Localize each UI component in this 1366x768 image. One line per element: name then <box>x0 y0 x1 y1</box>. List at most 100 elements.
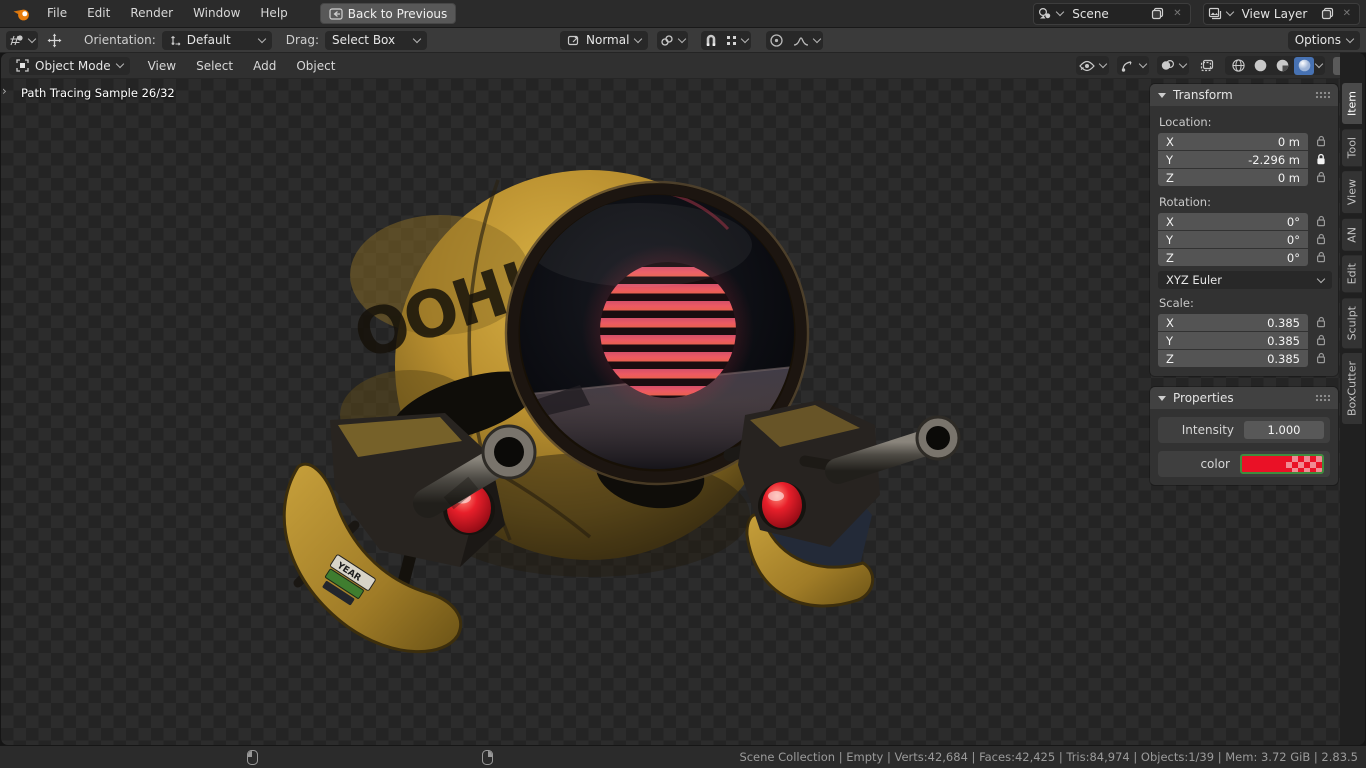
lock-closed-icon[interactable] <box>1312 153 1330 166</box>
panel-grip-icon[interactable] <box>1315 91 1330 99</box>
menu-add[interactable]: Add <box>243 59 286 73</box>
view-layer-name[interactable]: View Layer <box>1238 7 1316 21</box>
lock-open-icon[interactable] <box>1312 215 1330 228</box>
back-to-previous-button[interactable]: Back to Previous <box>320 3 457 24</box>
shading-material-icon[interactable] <box>1272 57 1292 75</box>
menu-render[interactable]: Render <box>120 0 183 27</box>
menu-file[interactable]: File <box>37 0 77 27</box>
mode-dropdown[interactable]: Object Mode <box>9 57 130 75</box>
editor-type-3d-viewport-icon <box>9 34 24 47</box>
scene-selector[interactable]: Scene ✕ <box>1033 3 1190 25</box>
scale-x-field[interactable]: X 0.385 <box>1158 314 1308 331</box>
drag-dropdown[interactable]: Select Box <box>325 31 427 50</box>
snapping-group[interactable] <box>701 31 751 50</box>
lock-open-icon[interactable] <box>1312 233 1330 246</box>
lock-open-icon[interactable] <box>1312 334 1330 347</box>
location-y-field[interactable]: Y -2.296 m <box>1158 151 1308 168</box>
panel-grip-icon[interactable] <box>1315 394 1330 402</box>
axis-value: 0° <box>1287 215 1300 229</box>
move-tool-icon[interactable] <box>44 31 64 49</box>
scene-icon <box>1038 7 1052 20</box>
scale-label: Scale: <box>1159 296 1330 310</box>
back-arrow-icon <box>329 8 343 20</box>
overlays-group[interactable] <box>1157 56 1189 75</box>
transform-pivot-dropdown[interactable]: Normal <box>560 31 648 50</box>
location-x-field[interactable]: X 0 m <box>1158 133 1308 150</box>
location-z-field[interactable]: Z 0 m <box>1158 169 1308 186</box>
properties-panel-header[interactable]: Properties <box>1150 387 1338 409</box>
blender-logo-icon[interactable] <box>12 6 31 22</box>
rotation-z-row: Z 0° <box>1158 249 1330 266</box>
orientation-global-icon <box>169 34 181 47</box>
color-swatch[interactable] <box>1240 454 1324 474</box>
unlink-scene-icon[interactable]: ✕ <box>1169 8 1185 19</box>
new-view-layer-icon[interactable] <box>1321 7 1334 20</box>
options-dropdown[interactable]: Options <box>1288 31 1360 50</box>
new-scene-icon[interactable] <box>1151 7 1164 20</box>
chevron-down-icon <box>678 34 686 42</box>
sidebar-tab-an[interactable]: AN <box>1342 219 1362 251</box>
rotation-x-field[interactable]: X 0° <box>1158 213 1308 230</box>
sidebar-tab-view[interactable]: View <box>1342 171 1362 213</box>
object-visibility-group[interactable] <box>1076 56 1109 75</box>
proportional-editing-group[interactable] <box>766 31 823 50</box>
scale-y-field[interactable]: Y 0.385 <box>1158 332 1308 349</box>
remove-view-layer-icon[interactable]: ✕ <box>1339 8 1355 19</box>
menu-object[interactable]: Object <box>286 59 345 73</box>
shading-wireframe-icon[interactable] <box>1228 57 1248 75</box>
pivot-value: Normal <box>586 33 629 47</box>
axis-label: X <box>1166 215 1174 229</box>
viewport-3d[interactable]: Object Mode View Select Add Object <box>1 53 1365 745</box>
magnet-icon[interactable] <box>704 33 718 47</box>
sidebar-tab-item[interactable]: Item <box>1342 83 1362 124</box>
menu-view[interactable]: View <box>138 59 186 73</box>
lock-open-icon[interactable] <box>1312 316 1330 329</box>
panel-collapse-icon[interactable] <box>1158 396 1166 401</box>
properties-panel-title: Properties <box>1173 391 1234 405</box>
snap-increment-icon[interactable] <box>726 35 737 46</box>
menu-select[interactable]: Select <box>186 59 243 73</box>
rotation-z-field[interactable]: Z 0° <box>1158 249 1308 266</box>
proportional-editing-icon[interactable] <box>769 33 784 48</box>
intensity-field[interactable]: 1.000 <box>1244 421 1324 439</box>
lock-open-icon[interactable] <box>1312 171 1330 184</box>
sidebar-tab-boxcutter[interactable]: BoxCutter <box>1342 353 1362 424</box>
sidebar-tab-sculpt[interactable]: Sculpt <box>1342 298 1362 348</box>
axis-label: Y <box>1166 153 1173 167</box>
menu-help[interactable]: Help <box>250 0 297 27</box>
shading-solid-icon[interactable] <box>1250 57 1270 75</box>
panel-collapse-icon[interactable] <box>1158 93 1166 98</box>
scene-name[interactable]: Scene <box>1068 7 1146 21</box>
chevron-down-icon <box>1346 34 1354 42</box>
menu-window[interactable]: Window <box>183 0 250 27</box>
sidebar-tab-edit[interactable]: Edit <box>1342 255 1362 292</box>
menu-edit[interactable]: Edit <box>77 0 120 27</box>
axis-label: X <box>1166 135 1174 149</box>
gizmos-group[interactable] <box>1117 56 1149 75</box>
sidebar-tab-tool[interactable]: Tool <box>1342 129 1362 166</box>
robot-render[interactable]: YEAR OOH! <box>260 95 980 675</box>
editor-type-selector[interactable] <box>6 31 38 50</box>
robot-right-arm <box>730 400 959 547</box>
rotation-mode-dropdown[interactable]: XYZ Euler <box>1158 271 1332 289</box>
axis-label: Y <box>1166 334 1173 348</box>
lock-open-icon[interactable] <box>1312 352 1330 365</box>
properties-panel: Properties Intensity 1.000 color <box>1150 387 1338 485</box>
snap-target-group[interactable] <box>657 31 688 50</box>
chevron-down-icon <box>1139 60 1147 68</box>
scale-z-field[interactable]: Z 0.385 <box>1158 350 1308 367</box>
orientation-dropdown[interactable]: Default <box>162 31 272 50</box>
color-row: color <box>1158 451 1330 477</box>
lock-open-icon[interactable] <box>1312 135 1330 148</box>
falloff-curve-icon[interactable] <box>793 34 809 47</box>
toolbar-expand-arrow[interactable]: › <box>2 84 7 98</box>
view-layer-selector[interactable]: View Layer ✕ <box>1203 3 1360 25</box>
lock-open-icon[interactable] <box>1312 251 1330 264</box>
rotation-y-field[interactable]: Y 0° <box>1158 231 1308 248</box>
shading-rendered-icon[interactable] <box>1294 57 1314 75</box>
color-label: color <box>1164 457 1240 471</box>
orientation-label: Orientation: <box>84 33 156 47</box>
xray-toggle-icon[interactable] <box>1197 57 1217 75</box>
transform-panel-header[interactable]: Transform <box>1150 84 1338 106</box>
shading-mode-group <box>1225 56 1325 75</box>
